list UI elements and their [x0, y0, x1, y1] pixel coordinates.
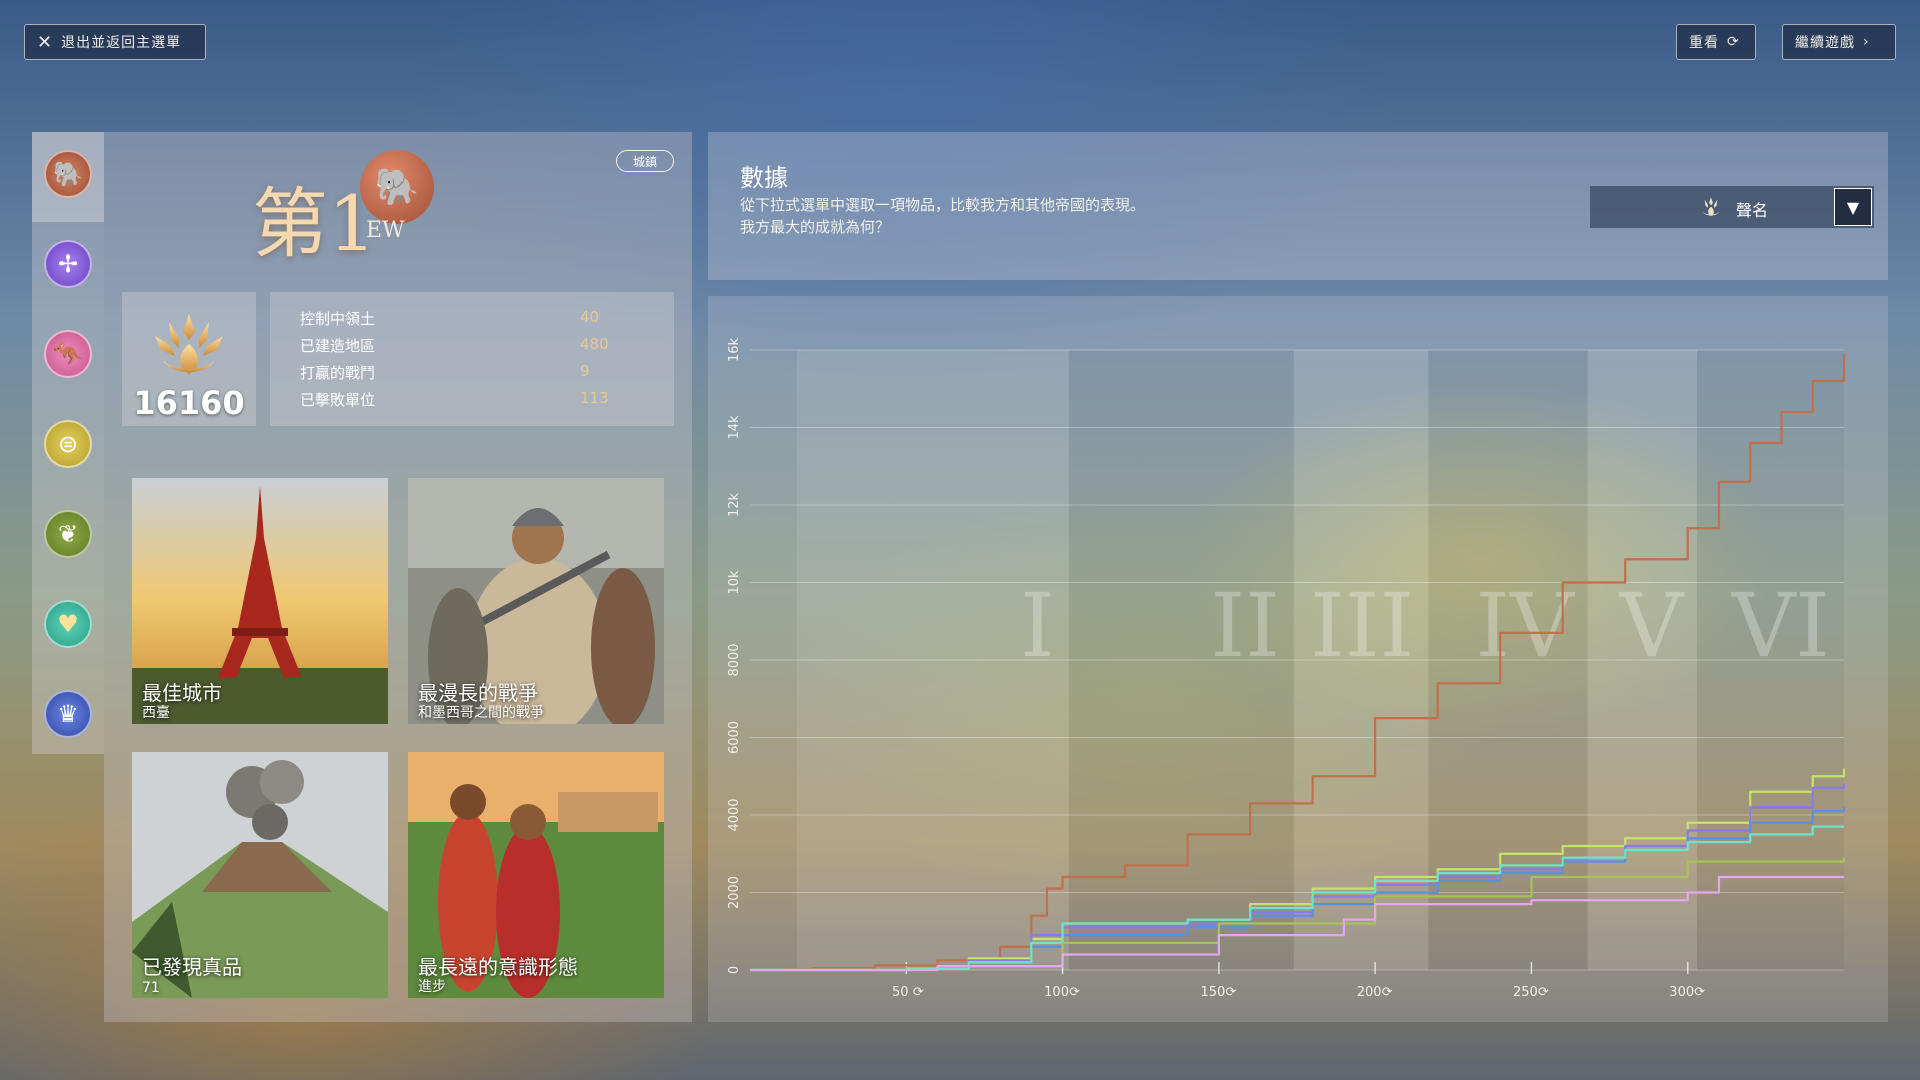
ideology-card[interactable]: 最長遠的意識形態 進步: [408, 752, 664, 998]
data-title: 數據: [740, 164, 788, 192]
era-label: V: [1619, 574, 1685, 677]
exit-to-main-menu-button[interactable]: ✕ 退出並返回主選單: [24, 24, 206, 60]
x-tick-label: 300: [1669, 985, 1694, 1000]
card-subtitle: 西臺: [142, 705, 170, 721]
fame-line-chart: I II III IV V VI0200040006000800010k12k14k16k…: [727, 337, 1846, 1000]
review-label: 重看: [1689, 35, 1719, 51]
y-tick-label: 16k: [727, 337, 742, 362]
chevron-right-icon: ›: [1863, 34, 1870, 50]
review-button[interactable]: 重看 ⟳: [1676, 24, 1756, 60]
y-tick-label: 12k: [727, 492, 742, 517]
continue-game-button[interactable]: 繼續遊戲 ›: [1782, 24, 1896, 60]
rank-suffix: EW: [366, 218, 405, 243]
era-label: VI: [1731, 574, 1830, 677]
replay-icon: ⟳: [1727, 34, 1740, 50]
crown-icon[interactable]: ♛: [44, 690, 92, 738]
elephant-icon[interactable]: 🐘: [44, 150, 92, 198]
exit-label: 退出並返回主選單: [61, 35, 182, 51]
data-question: 我方最大的成就為何？: [740, 218, 891, 236]
turn-icon: ⟳: [1538, 985, 1549, 1000]
stat-value: 9: [580, 362, 590, 380]
x-tick-label: 150: [1200, 985, 1225, 1000]
kangaroo-icon[interactable]: 🦘: [44, 330, 92, 378]
artifacts-card[interactable]: 已發現真品 71: [132, 752, 388, 998]
era-label: I: [1020, 574, 1055, 677]
stat-label: 已建造地區: [300, 337, 376, 355]
card-subtitle: 進步: [418, 979, 446, 995]
turn-icon: ⟳: [1225, 985, 1236, 1000]
fame-icon: [1702, 197, 1720, 217]
card-title: 已發現真品: [142, 955, 242, 979]
x-tick-label: 100: [1044, 985, 1069, 1000]
stat-label: 打贏的戰鬥: [300, 364, 376, 382]
close-icon: ✕: [37, 31, 54, 53]
civ-emblem-icon: 🐘: [360, 150, 434, 224]
turn-icon: ⟳: [1382, 985, 1393, 1000]
x-tick-label: 200: [1357, 985, 1382, 1000]
turn-icon: ⟳: [1069, 985, 1080, 1000]
stat-row: 控制中領土 40: [300, 308, 640, 332]
score-box: 16160: [122, 292, 256, 426]
stat-dropdown[interactable]: 聲名 ▼: [1590, 186, 1874, 228]
score-value: 16160: [133, 384, 245, 422]
turn-icon: ⟳: [1694, 985, 1705, 1000]
data-header: 數據 從下拉式選單中選取一項物品，比較我方和其他帝國的表現。 我方最大的成就為何…: [708, 132, 1888, 280]
stat-row: 打贏的戰鬥 9: [300, 362, 640, 386]
card-subtitle: 和墨西哥之間的戰爭: [418, 705, 544, 721]
turn-icon: ⟳: [913, 985, 924, 1000]
rank-text: 第1: [252, 179, 377, 268]
stat-row: 已建造地區 480: [300, 335, 640, 359]
longest-war-card[interactable]: 最漫長的戰爭 和墨西哥之間的戰爭: [408, 478, 664, 724]
y-tick-label: 10k: [727, 570, 742, 595]
continue-label: 繼續遊戲: [1795, 35, 1855, 51]
best-city-card[interactable]: 最佳城市 西臺: [132, 478, 388, 724]
y-tick-label: 8000: [727, 643, 742, 676]
heart-icon[interactable]: ♥: [44, 600, 92, 648]
era-label: III: [1310, 574, 1414, 677]
military-icon[interactable]: ✢: [44, 240, 92, 288]
dropdown-selected: 聲名: [1736, 201, 1769, 220]
data-description: 從下拉式選單中選取一項物品，比較我方和其他帝國的表現。: [740, 196, 1146, 214]
laurel-icon[interactable]: ❦: [44, 510, 92, 558]
fame-icon: [155, 314, 223, 374]
chevron-down-icon[interactable]: ▼: [1834, 188, 1872, 226]
stat-value: 113: [580, 389, 609, 407]
stats-box: 控制中領土 40 已建造地區 480 打贏的戰鬥 9 已擊敗單位 113: [270, 292, 674, 426]
x-tick-label: 250: [1513, 985, 1538, 1000]
stat-label: 控制中領土: [300, 310, 376, 328]
y-tick-label: 14k: [727, 415, 742, 440]
stat-row: 已擊敗單位 113: [300, 389, 640, 413]
x-tick-label: 50: [892, 985, 909, 1000]
y-tick-label: 4000: [727, 798, 742, 831]
y-tick-label: 2000: [727, 876, 742, 909]
stat-label: 已擊敗單位: [300, 391, 376, 409]
chart-panel: I II III IV V VI 0 2000 4000 6000 8000 10k 12k 14k 16k…: [708, 296, 1888, 1022]
settlement-tag[interactable]: 城鎮: [616, 150, 674, 172]
card-subtitle: 71: [142, 980, 160, 996]
economic-icon[interactable]: ⊜: [44, 420, 92, 468]
era-label: II: [1210, 574, 1280, 677]
category-sidebar: 🐘 ✢ 🦘 ⊜ ❦ ♥ ♛: [32, 132, 104, 754]
summary-panel: 第1 🐘 EW 城鎮 16160 控制中領土 40 已建造地區 480 打贏的戰…: [104, 132, 692, 1022]
y-tick-label: 6000: [727, 721, 742, 754]
y-tick-label: 0: [727, 966, 742, 974]
era-label: IV: [1475, 574, 1575, 677]
stat-value: 40: [580, 308, 600, 326]
stat-value: 480: [580, 335, 609, 353]
